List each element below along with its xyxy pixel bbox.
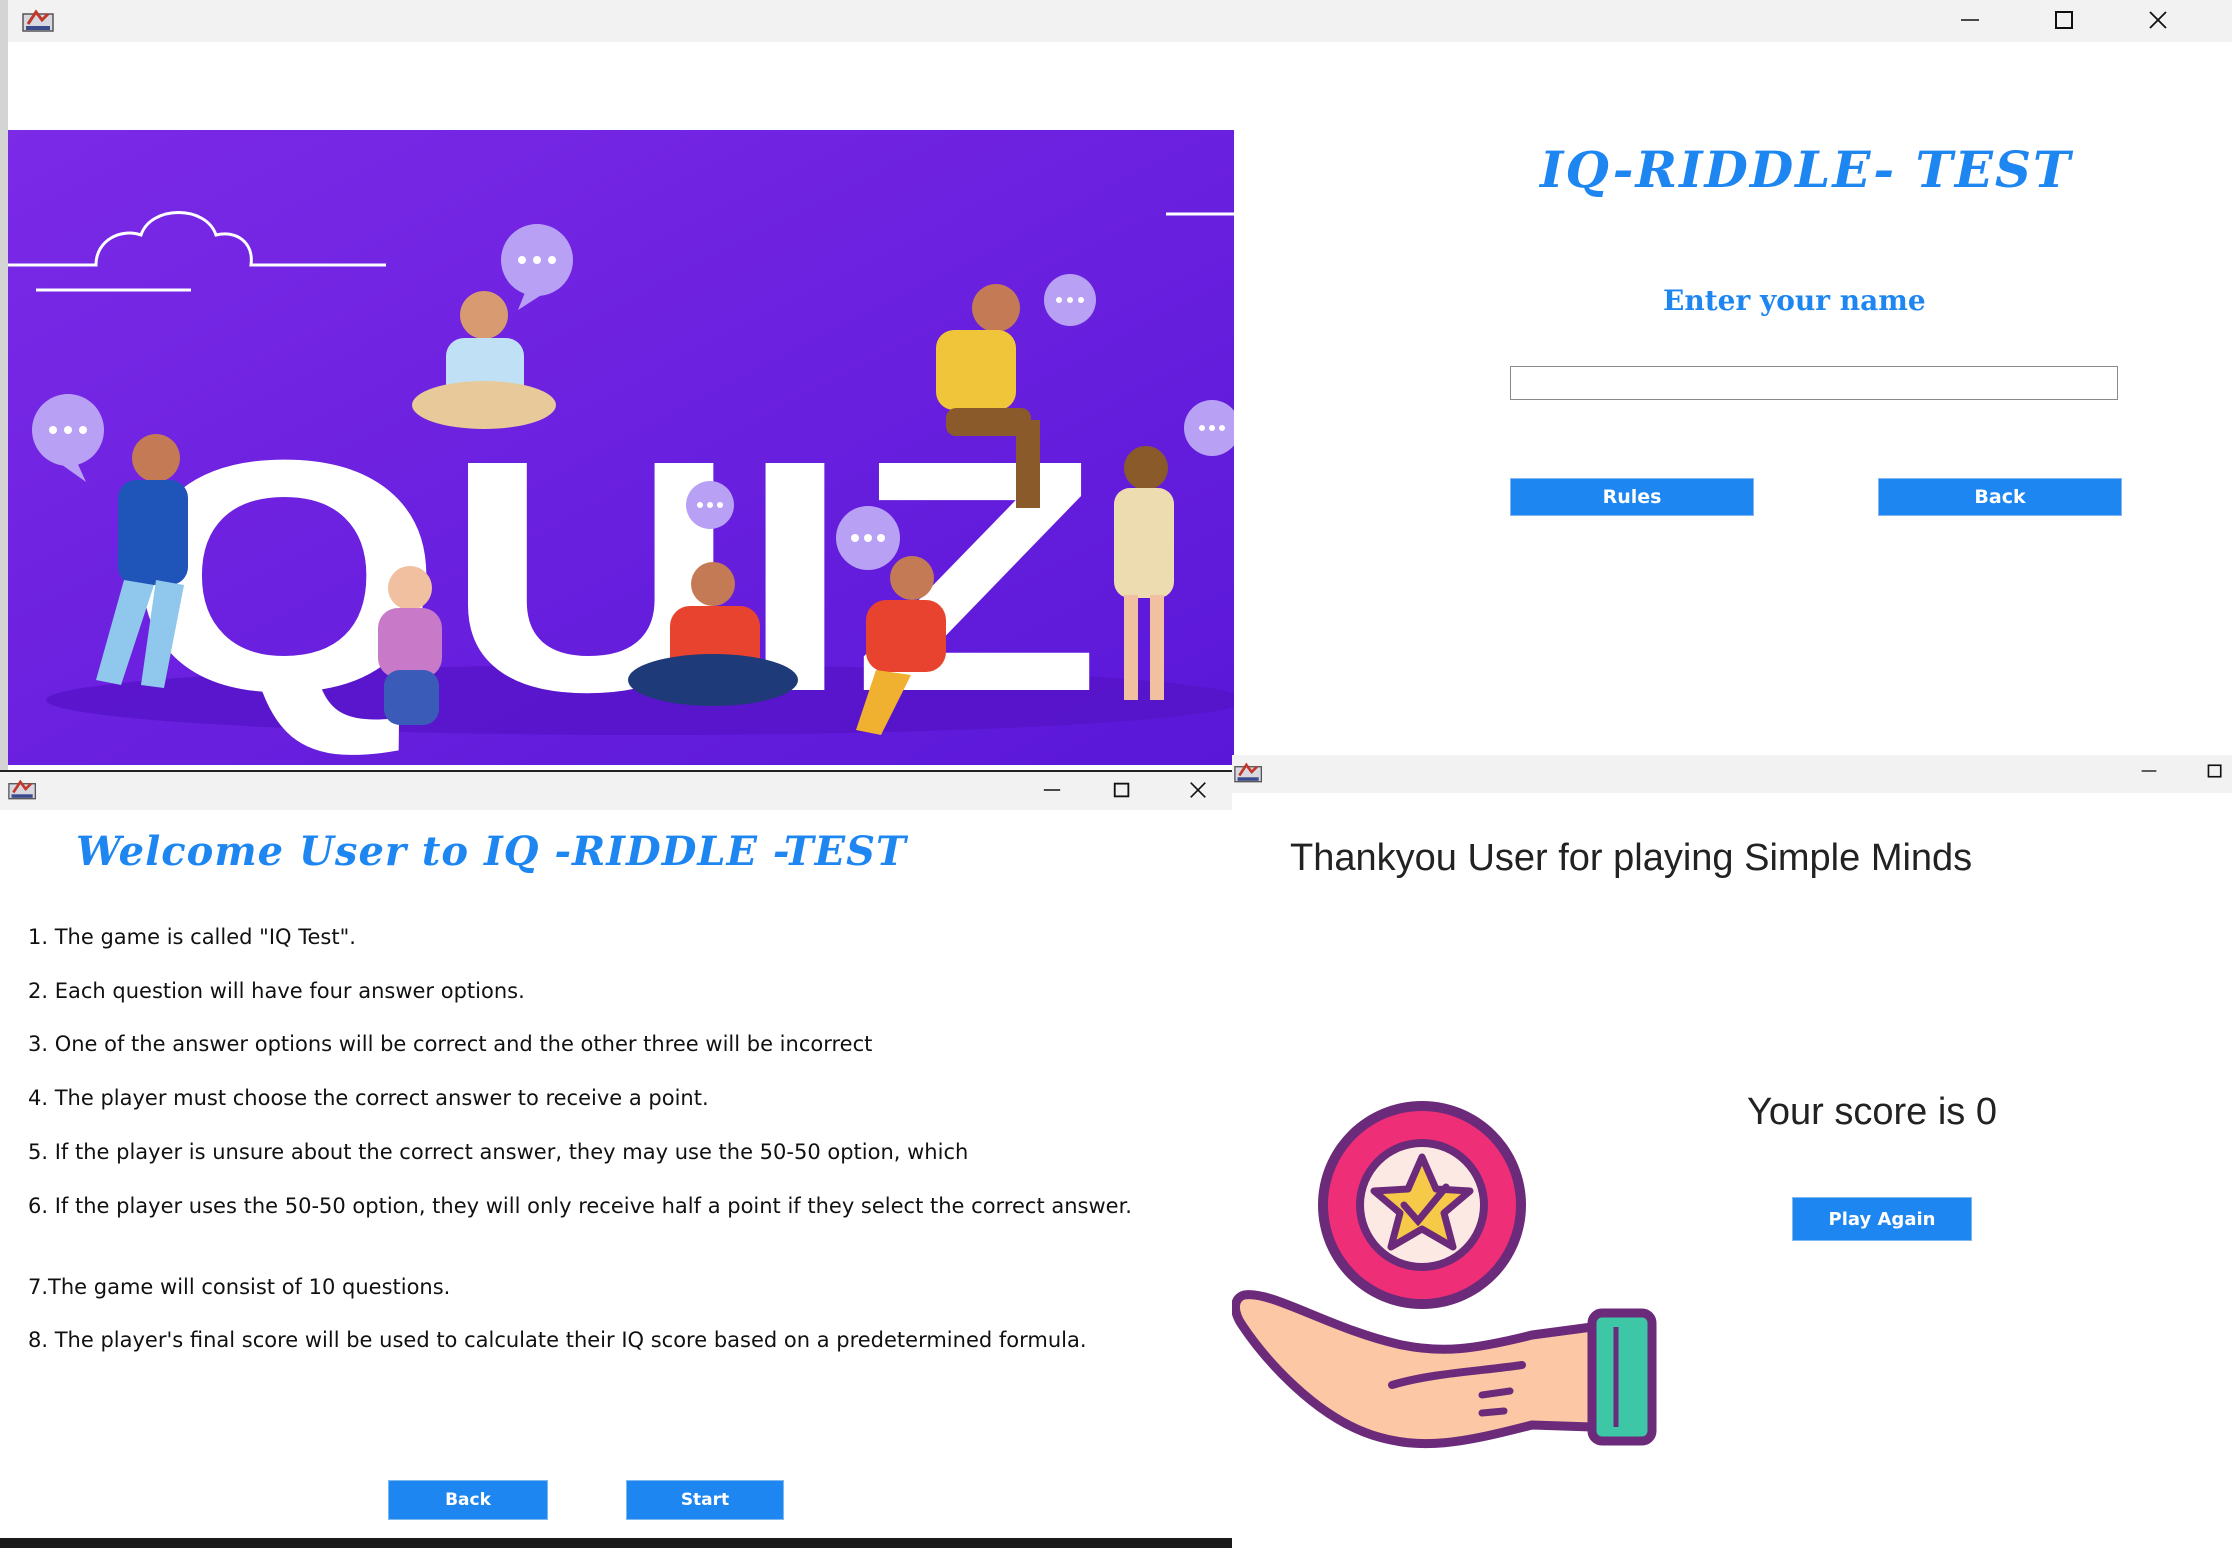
rule-item: 7.The game will consist of 10 questions. — [28, 1275, 451, 1299]
thanks-message: Thankyou User for playing Simple Minds — [1290, 837, 1973, 879]
speech-bubble-icon — [686, 481, 734, 529]
maximize-icon[interactable] — [2044, 4, 2084, 36]
name-prompt: Enter your name — [1663, 284, 1926, 317]
reward-hand-star-icon — [1232, 1101, 1657, 1449]
maximize-icon[interactable] — [2198, 757, 2232, 785]
rule-item: 2. Each question will have four answer o… — [28, 979, 525, 1003]
play-again-button[interactable]: Play Again — [1792, 1197, 1972, 1241]
quiz-banner-word: QUIZ — [126, 391, 1101, 760]
rule-item: 1. The game is called "IQ Test". — [28, 925, 356, 949]
login-title: IQ-RIDDLE- TEST — [1540, 140, 2073, 199]
rule-item: 8. The player's final score will be used… — [28, 1328, 1087, 1352]
rule-item: 4. The player must choose the correct an… — [28, 1086, 709, 1110]
java-app-icon — [8, 779, 37, 800]
left-edge-strip — [0, 0, 8, 770]
java-app-icon — [1234, 762, 1263, 783]
rule-item: 3. One of the answer options will be cor… — [28, 1032, 873, 1056]
rule-item: 6. If the player uses the 50-50 option, … — [28, 1194, 1132, 1218]
score-window: Thankyou User for playing Simple Minds Y… — [1232, 755, 2232, 1546]
start-button[interactable]: Start — [626, 1480, 784, 1520]
rules-heading: Welcome User to IQ -RIDDLE -TEST — [76, 828, 907, 875]
rules-button[interactable]: Rules — [1510, 478, 1754, 516]
rules-back-button[interactable]: Back — [388, 1480, 548, 1520]
login-titlebar — [0, 0, 2232, 42]
minimize-icon[interactable] — [1950, 4, 1990, 36]
rule-item: 5. If the player is unsure about the cor… — [28, 1140, 969, 1164]
speech-bubble-icon — [1044, 274, 1096, 326]
score-titlebar — [1232, 755, 2232, 793]
rules-titlebar — [0, 772, 1232, 810]
login-window: QUIZ IQ-RIDDLE- TEST Enter your name Rul… — [0, 0, 2232, 765]
minimize-icon[interactable] — [2132, 757, 2166, 785]
name-input[interactable] — [1510, 366, 2118, 400]
back-button[interactable]: Back — [1878, 478, 2122, 516]
quiz-banner-image: QUIZ — [6, 130, 1234, 765]
rules-window: Welcome User to IQ -RIDDLE -TEST 1. The … — [0, 770, 1232, 1548]
score-text: Your score is 0 — [1747, 1091, 1997, 1133]
taskbar-strip — [0, 1538, 1232, 1548]
speech-bubble-icon — [836, 506, 900, 570]
minimize-icon[interactable] — [1034, 776, 1070, 804]
close-icon[interactable] — [1180, 776, 1216, 804]
close-icon[interactable] — [2138, 4, 2178, 36]
java-app-icon — [22, 9, 54, 32]
maximize-icon[interactable] — [1104, 776, 1140, 804]
